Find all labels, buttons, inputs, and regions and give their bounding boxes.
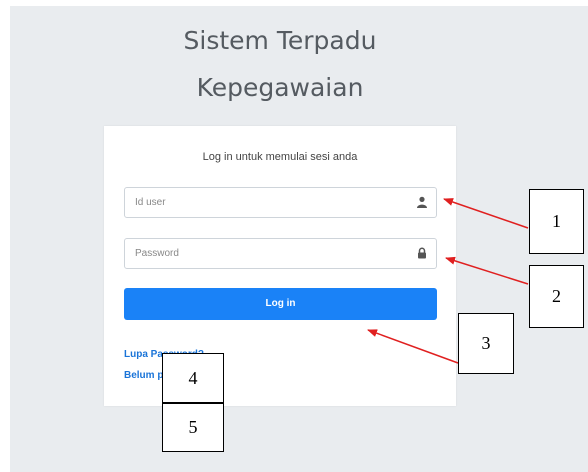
annotation-label-2: 2 [529,265,584,328]
annotation-label-4: 4 [162,353,224,403]
annotation-label-1: 1 [529,189,584,254]
annotation-label-3: 3 [458,313,514,374]
annotation-arrow-3 [367,329,459,364]
annotation-arrow-1 [443,198,529,229]
annotation-arrows [367,198,529,364]
annotation-label-5: 5 [162,403,224,452]
annotation-arrow-2 [445,256,529,285]
